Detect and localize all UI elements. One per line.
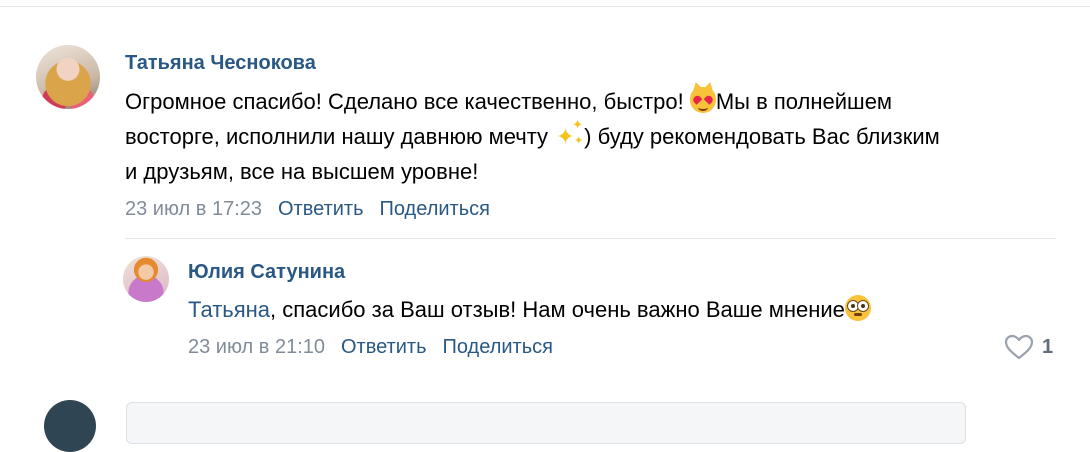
share-button[interactable]: Поделиться [443,332,553,362]
comment-meta: 23 июл в 17:23 Ответить Поделиться [125,194,490,224]
reply-button[interactable]: Ответить [341,332,427,362]
mention-link[interactable]: Татьяна [188,297,270,322]
reply-text: Татьяна, спасибо за Ваш отзыв! Нам очень… [188,292,1048,327]
current-user-avatar [44,400,96,452]
heart-icon [1004,334,1034,360]
reply-date[interactable]: 23 июл в 21:10 [188,332,325,362]
reply-author-name[interactable]: Юлия Сатунина [188,259,345,285]
like-count: 1 [1042,336,1054,358]
dazed-face-icon [844,295,871,321]
comment-text-part: Огромное спасибо! Сделано все качественн… [125,89,690,114]
like-button[interactable]: 1 [1004,333,1053,361]
avatar[interactable] [123,256,169,302]
comment-date[interactable]: 23 июл в 17:23 [125,194,262,224]
comment-text: Огромное спасибо! Сделано все качественн… [125,84,955,189]
top-divider [0,6,1090,7]
avatar[interactable] [36,45,100,109]
thread-divider [125,238,1056,239]
reply-meta: 23 июл в 21:10 Ответить Поделиться [188,332,553,362]
comment-input[interactable] [126,402,966,444]
share-button[interactable]: Поделиться [380,194,490,224]
sparkles-icon: ✦ ✦ ✦ [556,117,584,149]
reply-button[interactable]: Ответить [278,194,364,224]
reply-text-part: , спасибо за Ваш отзыв! Нам очень важно … [270,297,845,322]
heart-eyes-cat-icon [689,87,716,113]
comment-author-name[interactable]: Татьяна Чеснокова [125,50,316,76]
